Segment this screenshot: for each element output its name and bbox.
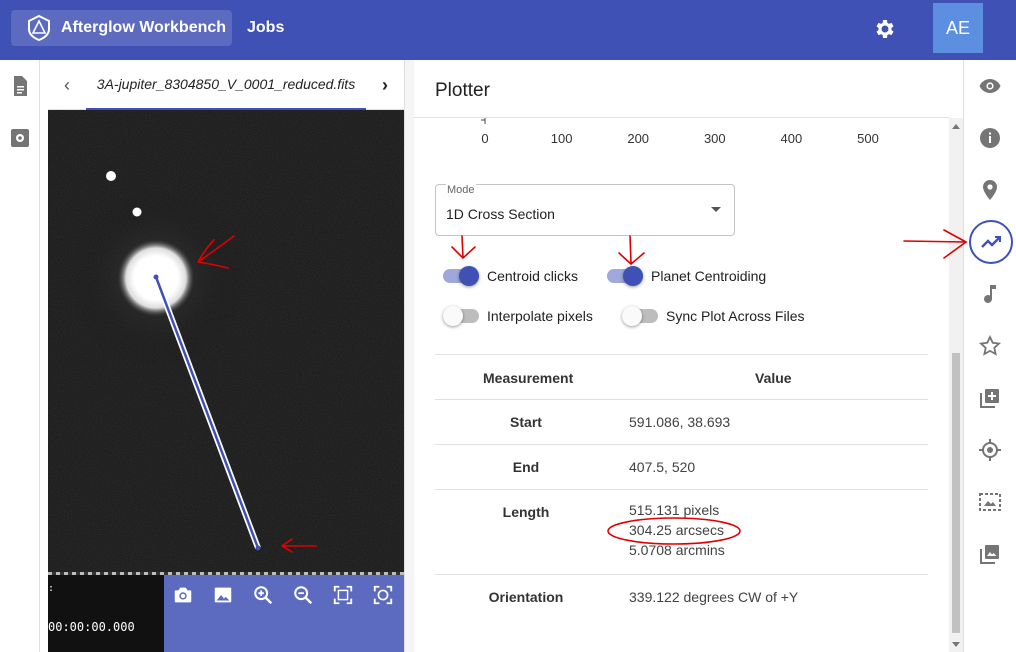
- length-pixels: 515.131 pixels: [629, 502, 720, 518]
- panel-scrollbar[interactable]: [949, 118, 963, 652]
- target-icon[interactable]: [978, 438, 1002, 462]
- location-pin-icon[interactable]: [978, 178, 1002, 202]
- chevron-down-icon: [711, 207, 721, 212]
- panel-resize-handle[interactable]: [404, 60, 414, 652]
- axis-tick-label: 200: [627, 131, 649, 146]
- toggle-track[interactable]: [443, 266, 479, 286]
- viewer-tools: [164, 575, 404, 652]
- table-row-end: End 407.5, 520: [435, 445, 928, 490]
- brand-label: Afterglow Workbench: [61, 19, 227, 36]
- add-box-icon[interactable]: [978, 386, 1002, 410]
- brand-button[interactable]: Afterglow Workbench: [11, 10, 232, 46]
- photo-library-icon[interactable]: [978, 542, 1002, 566]
- right-sidebar: [963, 60, 1016, 652]
- sync-plot-toggle[interactable]: Sync Plot Across Files: [622, 306, 805, 326]
- zoom-in-icon[interactable]: [252, 584, 274, 606]
- toggle-thumb: [443, 306, 463, 326]
- panel-title: Plotter: [435, 80, 490, 101]
- axis-tick-label: 400: [781, 131, 803, 146]
- row-value: 407.5, 520: [629, 459, 696, 475]
- column-header-measurement: Measurement: [483, 370, 574, 386]
- tab-scroll-right-icon[interactable]: ›: [366, 60, 404, 110]
- jobs-nav-link[interactable]: Jobs: [247, 19, 284, 37]
- scroll-up-icon[interactable]: [952, 124, 960, 129]
- sync-plot-label: Sync Plot Across Files: [666, 308, 805, 324]
- row-value: 591.086, 38.693: [629, 414, 731, 430]
- planet-centroiding-toggle[interactable]: Planet Centroiding: [607, 266, 767, 286]
- photo-roi-icon[interactable]: [978, 490, 1002, 514]
- top-app-bar: Afterglow Workbench Jobs AE: [0, 0, 1016, 60]
- axis-tick-label: 0: [481, 131, 488, 146]
- afterglow-logo-icon: [28, 15, 50, 41]
- row-value: 515.131 pixels 304.25 arcsecs 5.0708 arc…: [629, 500, 725, 560]
- centroid-clicks-toggle[interactable]: Centroid clicks: [443, 266, 579, 286]
- fits-image: [48, 110, 404, 572]
- camera-icon[interactable]: [172, 584, 194, 606]
- zoom-reset-icon[interactable]: [372, 584, 394, 606]
- fit-screen-icon[interactable]: [332, 584, 354, 606]
- toggle-track[interactable]: [443, 306, 479, 326]
- left-sidebar: [0, 60, 40, 652]
- star-icon[interactable]: [978, 334, 1002, 358]
- table-row-orientation: Orientation 339.122 degrees CW of +Y: [435, 575, 928, 625]
- info-icon[interactable]: [978, 126, 1002, 150]
- table-header: Measurement Value: [435, 354, 928, 400]
- toggle-track[interactable]: [622, 306, 658, 326]
- axis-tick-label: 300: [704, 131, 726, 146]
- table-row-start: Start 591.086, 38.693: [435, 400, 928, 445]
- plotter-tab-active[interactable]: [969, 220, 1013, 264]
- interpolate-pixels-toggle[interactable]: Interpolate pixels: [443, 306, 593, 326]
- length-arcsecs: 304.25 arcsecs: [629, 522, 724, 538]
- measurement-table: Measurement Value Start 591.086, 38.693 …: [435, 354, 928, 625]
- eye-icon[interactable]: [978, 74, 1002, 98]
- planet-centroiding-label: Planet Centroiding: [651, 268, 767, 284]
- user-avatar[interactable]: AE: [933, 3, 983, 53]
- zoom-out-icon[interactable]: [292, 584, 314, 606]
- column-header-value: Value: [755, 370, 792, 386]
- centroid-clicks-label: Centroid clicks: [487, 268, 579, 284]
- axis-tick-label: 500: [857, 131, 879, 146]
- mode-select[interactable]: Mode 1D Cross Section: [435, 184, 735, 236]
- scroll-thumb[interactable]: [952, 353, 960, 633]
- image-icon[interactable]: [212, 584, 234, 606]
- row-label: Length: [502, 504, 550, 520]
- toggle-track[interactable]: [607, 266, 643, 286]
- tab-scroll-left-icon[interactable]: ‹: [48, 60, 86, 110]
- row-label: Orientation: [488, 589, 564, 605]
- tab-file[interactable]: 3A-jupiter_8304850_V_0001_reduced.fits: [86, 60, 366, 110]
- length-arcmins: 5.0708 arcmins: [629, 542, 725, 558]
- toggle-thumb: [459, 266, 479, 286]
- time-display: : 00:00:00.000: [48, 575, 164, 652]
- axis-tick-label: 100: [551, 131, 573, 146]
- table-row-length: Length 515.131 pixels 304.25 arcsecs 5.0…: [435, 490, 928, 575]
- plotter-icon: [981, 236, 1001, 248]
- timecode: 00:00:00.000: [48, 620, 135, 634]
- interpolate-pixels-label: Interpolate pixels: [487, 308, 593, 324]
- file-tab-strip: ‹ 3A-jupiter_8304850_V_0001_reduced.fits…: [48, 60, 404, 110]
- row-label: End: [512, 459, 540, 475]
- scroll-down-icon[interactable]: [952, 642, 960, 647]
- mode-label: Mode: [446, 184, 476, 196]
- row-value: 339.122 degrees CW of +Y: [629, 589, 799, 605]
- time-tick: :: [48, 583, 55, 594]
- settings-box-icon[interactable]: [8, 126, 32, 150]
- file-document-icon[interactable]: [8, 74, 32, 98]
- plot-x-axis: 0 100 200 300 400 500: [481, 118, 879, 146]
- viewer-toolbar: : 00:00:00.000: [48, 572, 404, 652]
- plotter-panel: Plotter 0 100 200 300 400 500 Mode 1D Cross S…: [414, 60, 963, 652]
- toggle-thumb: [623, 266, 643, 286]
- mode-value: 1D Cross Section: [446, 206, 555, 222]
- image-viewer-canvas[interactable]: [48, 110, 404, 572]
- toggle-thumb: [622, 306, 642, 326]
- settings-gear-icon[interactable]: [873, 17, 897, 41]
- music-note-icon[interactable]: [978, 282, 1002, 306]
- row-label: Start: [510, 414, 542, 430]
